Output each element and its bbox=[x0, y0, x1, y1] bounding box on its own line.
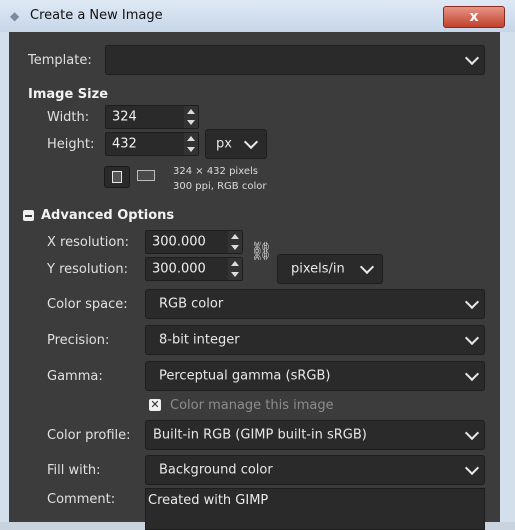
gamma-value: Perceptual gamma (sRGB) bbox=[159, 368, 331, 384]
width-input[interactable]: 324 bbox=[105, 105, 199, 129]
height-input[interactable]: 432 bbox=[105, 132, 199, 156]
color-manage-label[interactable]: Color manage this image bbox=[170, 398, 334, 413]
close-icon: x bbox=[469, 9, 479, 25]
comment-value: Created with GIMP bbox=[148, 493, 269, 508]
color-profile-label: Color profile: bbox=[47, 428, 131, 443]
precision-dropdown[interactable]: 8-bit integer bbox=[145, 325, 485, 355]
width-stepper[interactable] bbox=[184, 106, 198, 128]
app-icon: ◆ bbox=[10, 9, 20, 23]
color-space-label: Color space: bbox=[47, 297, 128, 312]
comment-label: Comment: bbox=[47, 492, 116, 507]
close-button[interactable]: x bbox=[443, 6, 505, 28]
x-resolution-input[interactable]: 300.000 bbox=[145, 230, 243, 254]
image-size-heading: Image Size bbox=[28, 87, 109, 102]
x-resolution-label: X resolution: bbox=[47, 235, 129, 250]
height-label: Height: bbox=[47, 137, 95, 152]
size-info-pixels: 324 × 432 pixels bbox=[173, 166, 258, 177]
chevron-down-icon bbox=[464, 50, 480, 66]
window-title: Create a New Image bbox=[30, 8, 163, 23]
size-unit-dropdown[interactable]: px bbox=[205, 129, 267, 159]
resolution-unit-value: pixels/in bbox=[291, 261, 345, 277]
precision-label: Precision: bbox=[47, 333, 110, 348]
width-label: Width: bbox=[47, 110, 90, 125]
y-resolution-value: 300.000 bbox=[152, 261, 206, 277]
chevron-down-icon bbox=[464, 366, 480, 382]
gamma-dropdown[interactable]: Perceptual gamma (sRGB) bbox=[145, 361, 485, 391]
height-stepper[interactable] bbox=[184, 133, 198, 155]
resolution-unit-dropdown[interactable]: pixels/in bbox=[277, 254, 383, 284]
height-value: 432 bbox=[112, 136, 137, 152]
chevron-down-icon bbox=[464, 460, 480, 476]
color-profile-dropdown[interactable]: Built-in RGB (GIMP built-in sRGB) bbox=[145, 420, 485, 450]
y-resolution-input[interactable]: 300.000 bbox=[145, 257, 243, 281]
new-image-dialog: ◆ Create a New Image x Template: Image S… bbox=[0, 0, 515, 530]
dialog-content: Template: Image Size Width: 324 Height: … bbox=[9, 32, 500, 530]
chevron-down-icon bbox=[464, 425, 480, 441]
fill-with-label: Fill with: bbox=[47, 463, 101, 478]
color-space-dropdown[interactable]: RGB color bbox=[145, 289, 485, 319]
size-unit-value: px bbox=[216, 136, 232, 152]
window-frame-right bbox=[500, 32, 515, 522]
chain-link-icon[interactable]: ⛓ bbox=[250, 241, 273, 262]
template-label: Template: bbox=[28, 53, 92, 68]
template-dropdown[interactable] bbox=[105, 45, 485, 75]
chevron-down-icon bbox=[464, 294, 480, 310]
chevron-down-icon bbox=[359, 259, 375, 275]
chevron-down-icon bbox=[243, 134, 259, 150]
title-bar: ◆ Create a New Image x bbox=[0, 0, 515, 32]
window-frame-left bbox=[0, 32, 9, 522]
color-profile-value: Built-in RGB (GIMP built-in sRGB) bbox=[153, 427, 367, 443]
x-resolution-value: 300.000 bbox=[152, 234, 206, 250]
y-resolution-label: Y resolution: bbox=[47, 262, 128, 277]
color-manage-checkbox[interactable]: ✕ bbox=[149, 399, 161, 411]
precision-value: 8-bit integer bbox=[159, 332, 240, 348]
landscape-icon[interactable] bbox=[137, 170, 155, 181]
x-resolution-stepper[interactable] bbox=[228, 231, 242, 253]
width-value: 324 bbox=[112, 109, 137, 125]
chevron-down-icon bbox=[464, 330, 480, 346]
advanced-options-heading[interactable]: Advanced Options bbox=[41, 208, 174, 223]
size-info-resolution: 300 ppi, RGB color bbox=[173, 181, 267, 192]
portrait-button[interactable] bbox=[104, 166, 130, 188]
fill-with-value: Background color bbox=[159, 462, 273, 478]
gamma-label: Gamma: bbox=[47, 369, 103, 384]
fill-with-dropdown[interactable]: Background color bbox=[145, 455, 485, 485]
portrait-icon bbox=[112, 171, 122, 183]
collapse-icon[interactable] bbox=[23, 210, 34, 221]
y-resolution-stepper[interactable] bbox=[228, 258, 242, 280]
comment-textarea[interactable]: Created with GIMP bbox=[145, 488, 485, 530]
color-space-value: RGB color bbox=[159, 296, 224, 312]
